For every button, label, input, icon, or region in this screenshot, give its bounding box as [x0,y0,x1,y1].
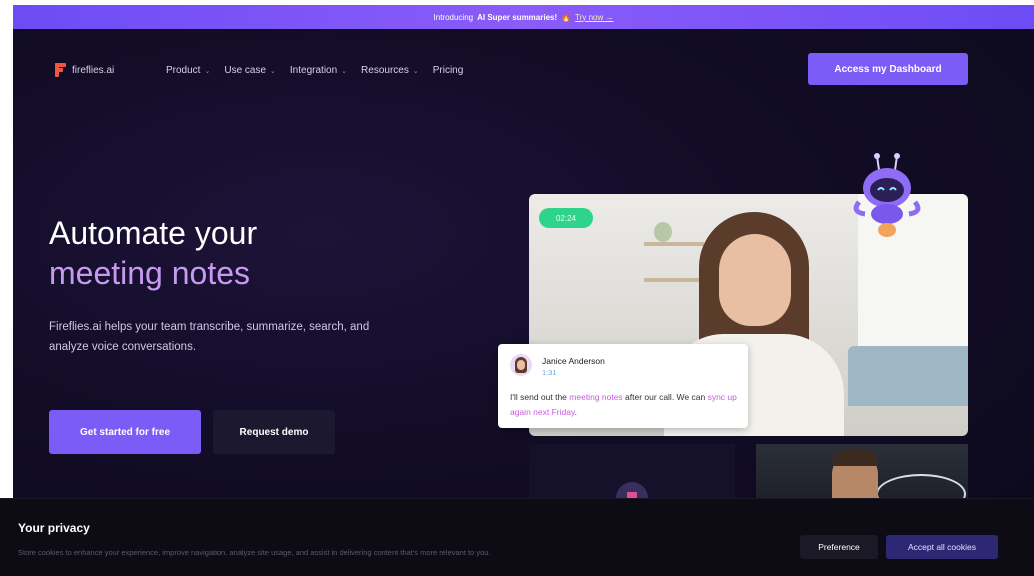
logo[interactable]: fireflies.ai [55,63,114,77]
nav-item-label: Pricing [432,65,464,76]
logo-text: fireflies.ai [72,64,115,76]
get-started-button[interactable]: Get started for free [49,410,201,454]
msg-text: . [574,407,577,417]
chevron-down-icon: ⌄ [412,67,419,75]
robot-mascot-icon [853,153,921,237]
announcement-bar: Introducing AI Super summaries! 🔥 Try no… [13,5,1034,29]
msg-highlight: meeting notes [569,392,623,402]
request-demo-button[interactable]: Request demo [213,410,335,454]
announcement-highlight: AI Super summaries! [477,12,558,22]
fireflies-logo-icon [55,63,66,77]
chevron-down-icon: ⌄ [204,67,211,75]
participant-tile-logo [529,444,735,514]
participant-tile-video [756,444,968,504]
accept-cookies-button[interactable]: Accept all cookies [886,535,998,559]
hero-title-line1: Automate your [49,215,258,251]
msg-text: I'll send out the [510,392,570,402]
recording-timer: 02:24 [539,208,593,228]
page-frame: Introducing AI Super summaries! 🔥 Try no… [13,5,1034,576]
shelf [644,278,704,282]
bed [848,346,968,406]
participant-hair [832,450,878,466]
nav-item-product[interactable]: Product ⌄ [166,65,210,76]
person-face [719,234,791,326]
nav-item-use-case[interactable]: Use case ⌄ [224,65,276,76]
chat-sender-name: Janice Anderson [542,356,605,366]
try-now-link[interactable]: Try now → [575,13,613,22]
shelf [644,242,704,246]
chevron-down-icon: ⌄ [270,67,276,75]
chat-message-text: I'll send out the meeting notes after ou… [510,390,744,420]
cookie-title: Your privacy [18,521,90,535]
hero-subtitle: Fireflies.ai helps your team transcribe,… [49,321,370,353]
preference-button[interactable]: Preference [800,535,878,559]
nav-item-label: Product [166,65,201,76]
msg-text: after our call. We can [622,392,708,402]
announcement-prefix: Introducing [433,12,474,22]
access-dashboard-button[interactable]: Access my Dashboard [808,53,968,85]
fire-icon: 🔥 [561,12,572,22]
nav-item-integration[interactable]: Integration ⌄ [290,65,347,76]
nav-item-label: Resources [361,65,409,76]
top-nav: fireflies.ai Product ⌄ Use case ⌄ Integr… [13,53,1034,93]
hero-title-line2: meeting notes [49,255,251,291]
hero-title: Automate your meeting notes [49,213,257,293]
nav-item-pricing[interactable]: Pricing [433,65,464,76]
plant [654,222,672,242]
nav-menu: Product ⌄ Use case ⌄ Integration ⌄ Resou… [166,65,463,76]
nav-item-resources[interactable]: Resources ⌄ [361,65,419,76]
chat-message-card: Janice Anderson 1:31 I'll send out the m… [498,344,748,428]
chat-timestamp: 1:31 [542,368,557,377]
nav-item-label: Use case [224,65,267,76]
cookie-banner: Your privacy Store cookies to enhance yo… [0,498,1034,576]
nav-item-label: Integration [289,65,338,76]
cookie-text: Store cookies to enhance your experience… [18,548,491,557]
chevron-down-icon: ⌄ [341,67,348,75]
avatar [510,354,532,376]
